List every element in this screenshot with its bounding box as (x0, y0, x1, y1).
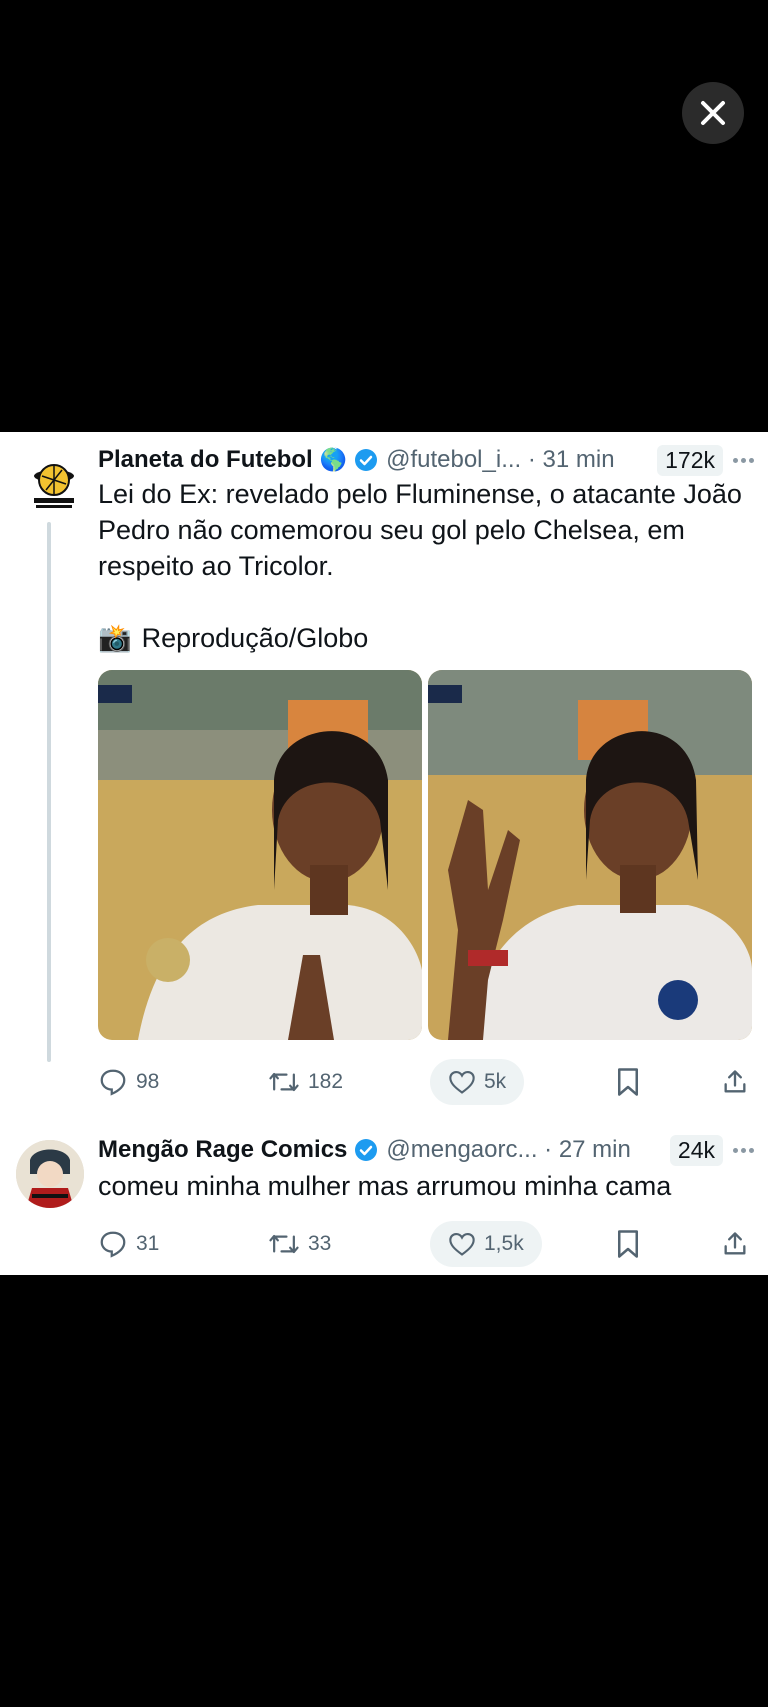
rage-comics-avatar-icon (16, 1140, 84, 1208)
view-count: 24k (669, 1134, 723, 1166)
like-button[interactable]: 1,5k (430, 1221, 542, 1267)
retweet-icon (269, 1234, 299, 1254)
close-button[interactable] (682, 82, 744, 144)
tweet-actions: 31 33 1,5k (98, 1218, 754, 1270)
author-name[interactable]: Planeta do Futebol (98, 446, 313, 474)
credit-text: Reprodução/Globo (141, 623, 369, 653)
share-button[interactable] (721, 1229, 749, 1259)
share-icon (724, 1232, 746, 1255)
player-photo-waving[interactable] (428, 670, 752, 1040)
media-grid (98, 670, 752, 1040)
tweet-card: Planeta do Futebol 🌎 @futebol_i... · 31 … (0, 432, 768, 1275)
like-button[interactable]: 5k (430, 1059, 525, 1105)
author-name[interactable]: Mengão Rage Comics (98, 1136, 347, 1164)
tweet-header: Mengão Rage Comics @mengaorc... · 27 min… (98, 1132, 754, 1168)
author-handle[interactable]: @mengaorc... · 27 min (386, 1136, 630, 1164)
reply-button[interactable]: 31 (98, 1229, 159, 1259)
heart-icon (449, 1071, 475, 1094)
reply-icon (100, 1231, 126, 1258)
more-options-icon[interactable] (733, 457, 754, 463)
reply-count: 31 (136, 1232, 160, 1255)
tweet[interactable]: Planeta do Futebol 🌎 @futebol_i... · 31 … (0, 432, 768, 1122)
retweet-count: 33 (308, 1232, 332, 1255)
verified-badge-icon (354, 1138, 378, 1162)
thread-line (47, 522, 51, 1062)
player-photo-praying[interactable] (98, 670, 422, 1040)
retweet-icon (269, 1072, 299, 1092)
share-button[interactable] (721, 1067, 749, 1097)
reply-count: 98 (136, 1070, 160, 1093)
globe-emoji: 🌎 (319, 447, 348, 472)
photo-credit: 📸 Reprodução/Globo (98, 620, 758, 656)
author-handle[interactable]: @futebol_i... · 31 min (386, 446, 614, 474)
heart-icon (449, 1233, 475, 1256)
reply-button[interactable]: 98 (98, 1067, 159, 1097)
reply-icon (100, 1069, 126, 1096)
tweet[interactable]: Mengão Rage Comics @mengaorc... · 27 min… (0, 1122, 768, 1275)
tweet-text: Lei do Ex: revelado pelo Fluminense, o a… (98, 476, 758, 656)
bookmark-button[interactable] (615, 1229, 641, 1259)
planeta-logo-icon (34, 464, 74, 508)
retweet-count: 182 (308, 1070, 344, 1093)
retweet-button[interactable]: 33 (268, 1229, 331, 1259)
viewer-backdrop (0, 1275, 768, 1707)
camera-emoji: 📸 (98, 623, 132, 653)
retweet-button[interactable]: 182 (268, 1067, 343, 1097)
verified-badge-icon (354, 448, 378, 472)
view-count: 172k (657, 444, 723, 476)
avatar[interactable] (16, 1140, 84, 1208)
tweet-time: · 27 min (544, 1136, 631, 1163)
bookmark-icon (618, 1230, 638, 1258)
close-icon (701, 101, 725, 125)
share-icon (724, 1070, 746, 1093)
like-count: 5k (484, 1070, 507, 1093)
more-options-icon[interactable] (733, 1147, 754, 1153)
bookmark-icon (618, 1068, 638, 1096)
bookmark-button[interactable] (615, 1067, 641, 1097)
tweet-actions: 98 182 5k (98, 1056, 754, 1108)
like-count: 1,5k (484, 1232, 524, 1255)
avatar[interactable] (20, 450, 88, 518)
tweet-time: · 31 min (527, 446, 615, 473)
tweet-text: comeu minha mulher mas arrumou minha cam… (98, 1171, 672, 1201)
tweet-header: Planeta do Futebol 🌎 @futebol_i... · 31 … (98, 442, 754, 478)
